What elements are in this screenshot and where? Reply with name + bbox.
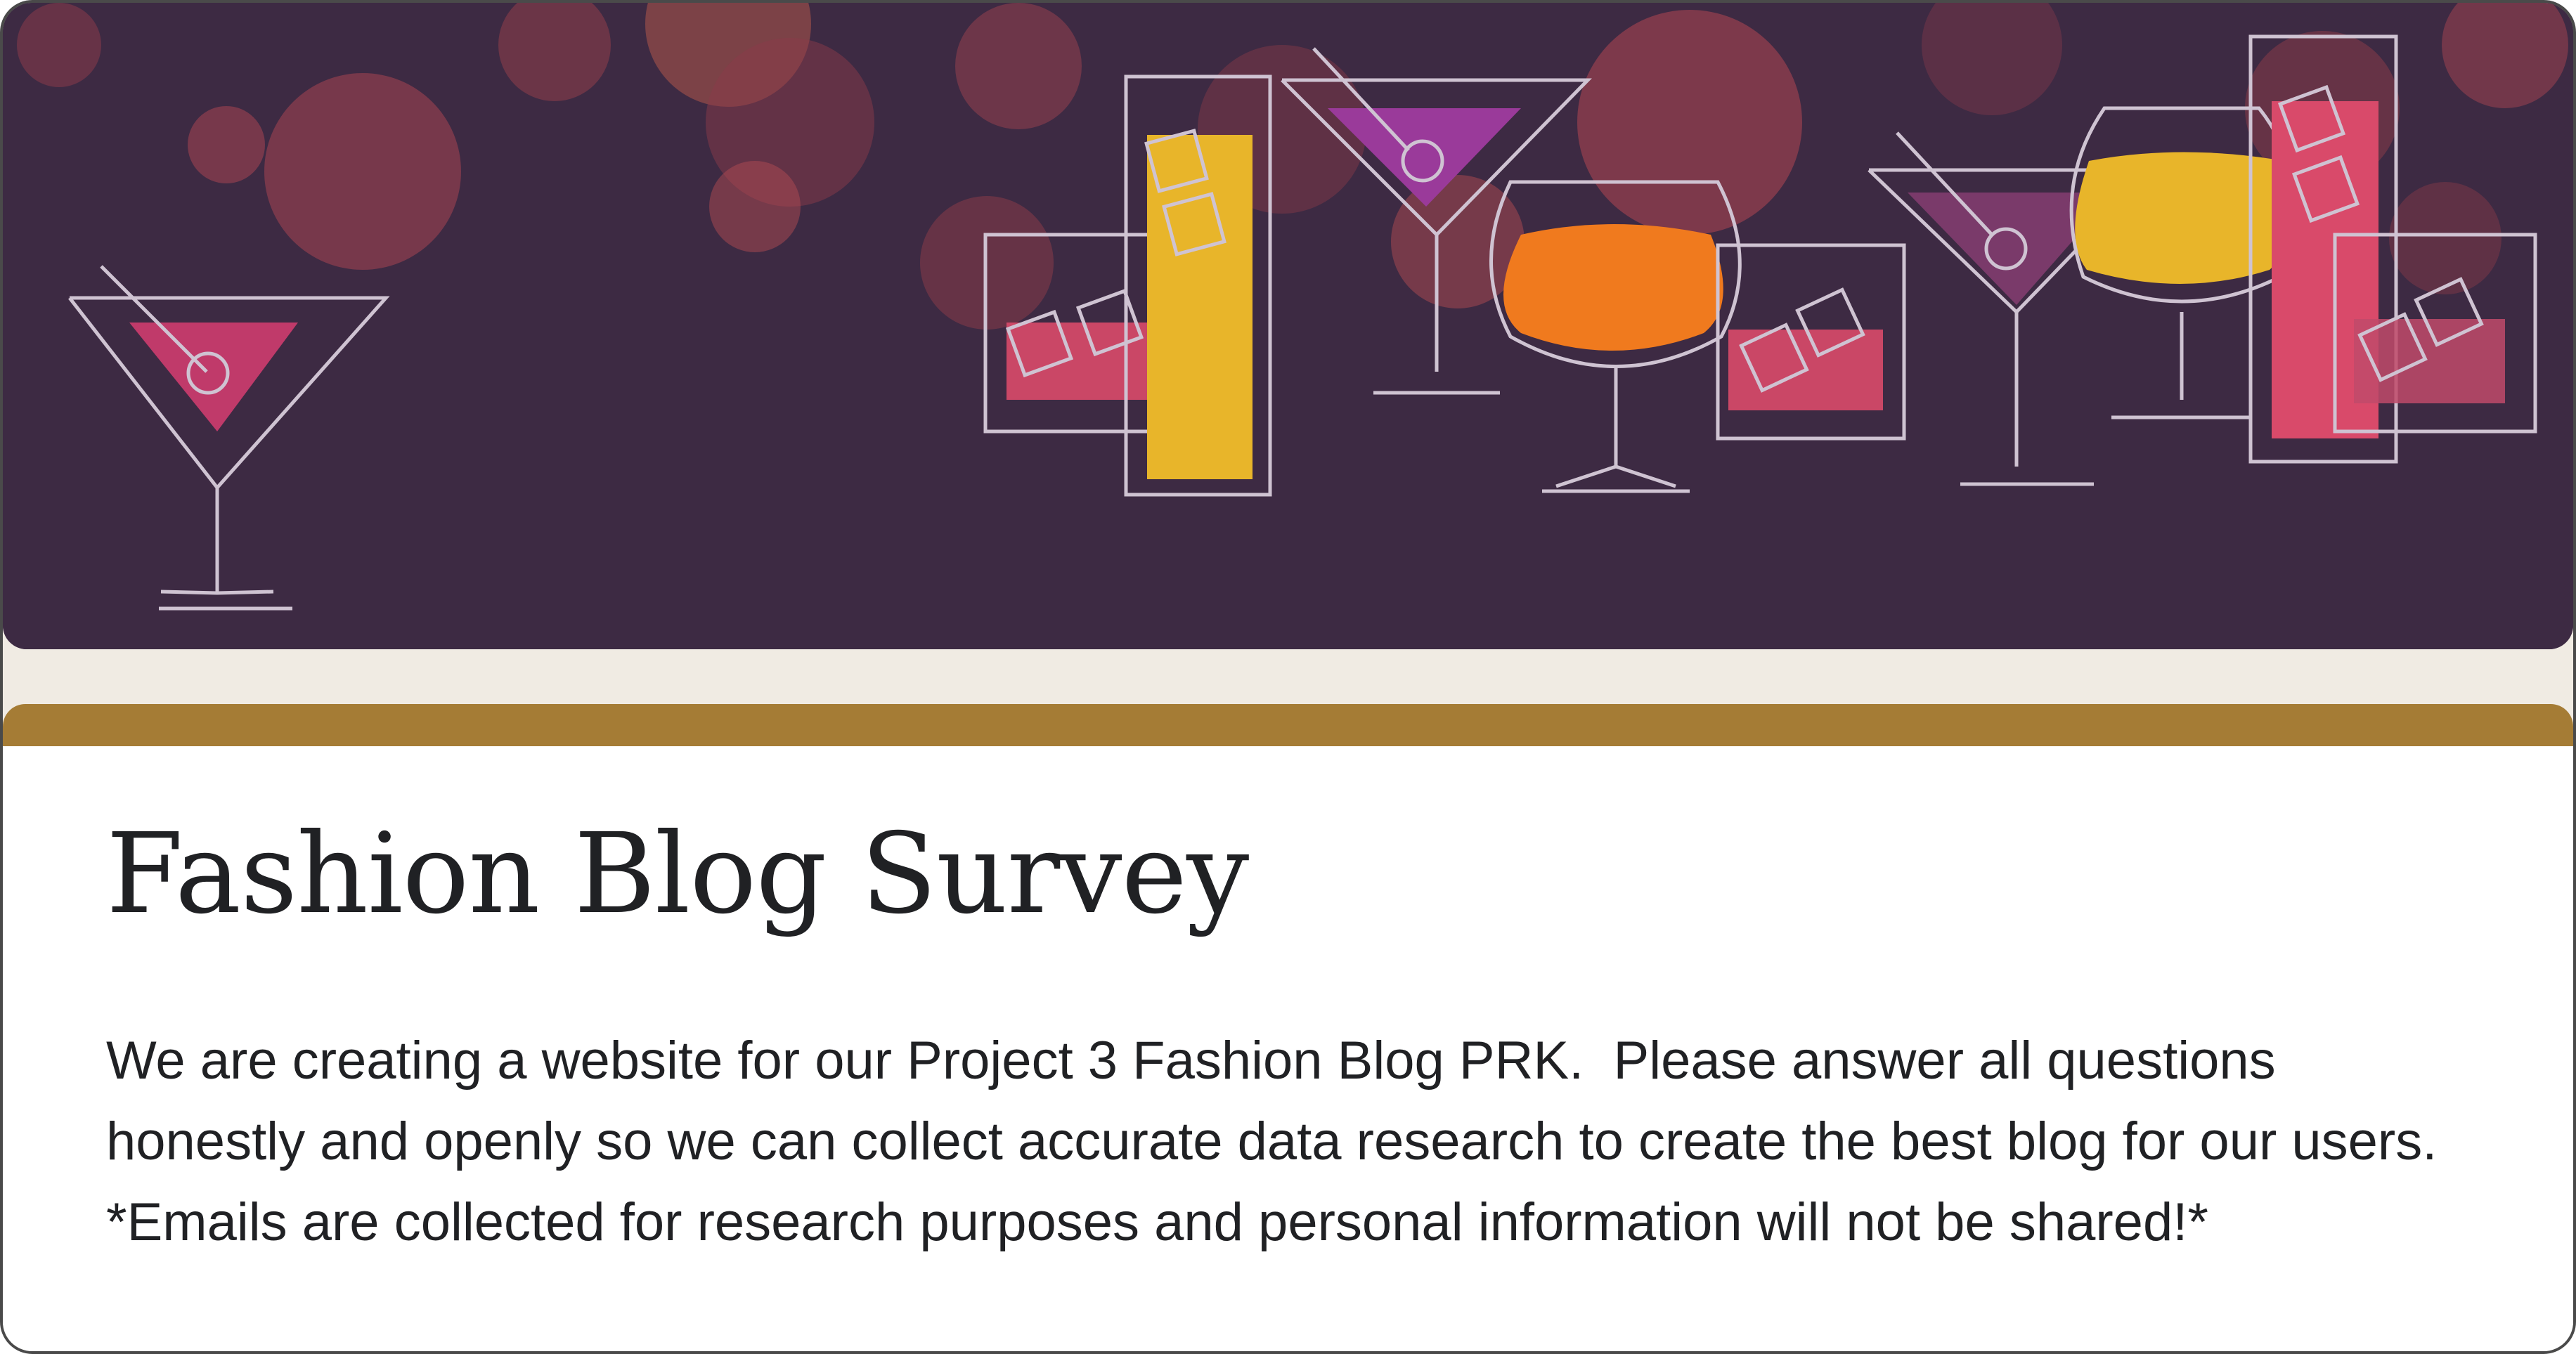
theme-accent-bar: [3, 704, 2573, 746]
header-banner-image: [3, 3, 2573, 649]
form-window: Fashion Blog Survey We are creating a we…: [0, 0, 2576, 1354]
form-title: Fashion Blog Survey: [106, 809, 1249, 939]
form-description: We are creating a website for our Projec…: [106, 1031, 2467, 1252]
